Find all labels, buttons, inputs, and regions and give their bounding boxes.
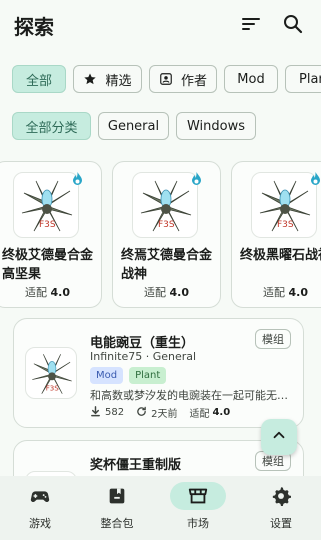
chip-label: Mod <box>237 71 265 87</box>
nav-label: 游戏 <box>29 517 51 530</box>
nav-label: 整合包 <box>100 517 134 530</box>
item-stats: 582 2天前 适配 4.0 <box>90 405 230 420</box>
nav-item-market[interactable]: 市场 <box>158 476 238 540</box>
featured-card[interactable]: F3S 终极黑曜石战神 适配 4.0 <box>231 161 321 308</box>
search-icon[interactable] <box>281 12 305 36</box>
chip-label: 全部 <box>25 73 52 89</box>
version-value: 4.0 <box>288 286 309 299</box>
updated-time: 2天前 <box>151 409 178 420</box>
category-chip-row: 全部分类 General Windows <box>0 112 321 142</box>
badge-mod: Mod <box>90 367 124 384</box>
flame-icon <box>72 171 83 185</box>
svg-text:F3S: F3S <box>277 220 294 230</box>
download-stat: 582 <box>90 405 125 420</box>
badge-plant: Plant <box>129 367 167 384</box>
nav-label: 设置 <box>270 517 292 530</box>
svg-text:F3S: F3S <box>158 220 175 230</box>
chip-label: 作者 <box>180 73 207 89</box>
featured-name: 终焉艾德曼合金战神 <box>121 248 213 282</box>
nav-item-modpacks[interactable]: 整合包 <box>77 476 157 540</box>
featured-card[interactable]: F3S 终极艾德曼合金高坚果 适配 4.0 <box>0 161 102 308</box>
item-description: 和高数或梦汐发的电豌装在一起可能无… <box>90 389 288 402</box>
chip-mod[interactable]: Mod <box>224 65 278 93</box>
chip-featured[interactable]: 精选 <box>73 65 142 93</box>
gamepad-icon <box>29 485 51 507</box>
version-value: 4.0 <box>169 286 190 299</box>
version-label: 适配 <box>263 286 285 299</box>
person-icon <box>159 72 181 86</box>
star-icon <box>83 72 105 86</box>
version-value: 4.0 <box>50 286 71 299</box>
page-title: 探索 <box>14 15 54 39</box>
gear-icon <box>270 485 292 507</box>
refresh-icon <box>136 406 151 420</box>
filter-chip-row: 全部 精选 作者 Mod Plant <box>0 65 321 95</box>
featured-card[interactable]: F3S 终焉艾德曼合金战神 适配 4.0 <box>112 161 221 308</box>
version-value: 4.0 <box>212 407 231 418</box>
chip-all-categories[interactable]: 全部分类 <box>12 112 91 140</box>
nav-label: 市场 <box>187 517 209 530</box>
featured-version: 适配 4.0 <box>113 284 220 300</box>
chip-label: 精选 <box>105 73 132 89</box>
flame-icon <box>191 171 202 185</box>
item-title: 电能豌豆（重生） <box>90 336 195 351</box>
chip-label: 全部分类 <box>25 120 78 136</box>
featured-name: 终极艾德曼合金高坚果 <box>2 248 94 282</box>
chip-label: General <box>107 118 160 134</box>
type-tag: 模组 <box>255 329 291 349</box>
chevron-up-icon <box>270 426 288 448</box>
plant-thumbnail: F3S <box>251 172 317 238</box>
list-item[interactable]: F3S 电能豌豆（重生） 模组 Infinite75 · General Mod… <box>13 318 304 428</box>
nav-item-games[interactable]: 游戏 <box>0 476 80 540</box>
version-label: 适配 <box>189 409 210 420</box>
svg-text:F3S: F3S <box>46 384 60 393</box>
download-count: 582 <box>105 407 125 418</box>
svg-text:F3S: F3S <box>39 220 56 230</box>
featured-version: 适配 4.0 <box>0 284 101 300</box>
store-icon <box>187 485 209 507</box>
chip-author[interactable]: 作者 <box>149 65 217 93</box>
version-label: 适配 <box>144 286 166 299</box>
sort-icon[interactable] <box>239 12 263 36</box>
featured-carousel: F3S 终极艾德曼合金高坚果 适配 4.0 F3S 终焉艾德曼合金战神 适配 4… <box>0 161 321 309</box>
chip-label: Plant <box>299 71 321 87</box>
nav-item-settings[interactable]: 设置 <box>241 476 321 540</box>
version-label: 适配 <box>25 286 47 299</box>
item-title: 奖杯僵王重制版 <box>90 458 182 473</box>
scroll-to-top-button[interactable] <box>261 419 297 455</box>
package-icon <box>106 485 128 507</box>
top-app-bar: 探索 <box>0 0 321 52</box>
chip-all[interactable]: 全部 <box>12 65 66 93</box>
updated-stat: 2天前 <box>136 405 177 420</box>
featured-version: 适配 4.0 <box>232 284 321 300</box>
chip-windows[interactable]: Windows <box>176 112 256 140</box>
download-icon <box>90 405 105 420</box>
plant-thumbnail: F3S <box>132 172 198 238</box>
flame-icon <box>310 171 321 185</box>
bottom-navigation: 游戏 整合包 市场 设置 <box>0 476 321 540</box>
chip-general[interactable]: General <box>98 112 169 140</box>
item-author: Infinite75 · General <box>90 350 197 363</box>
plant-thumbnail: F3S <box>25 347 77 399</box>
chip-plant[interactable]: Plant <box>285 65 321 93</box>
featured-name: 终极黑曜石战神 <box>240 248 321 263</box>
plant-thumbnail: F3S <box>13 172 79 238</box>
badge-group: Mod Plant <box>90 367 172 384</box>
chip-label: Windows <box>186 118 246 134</box>
